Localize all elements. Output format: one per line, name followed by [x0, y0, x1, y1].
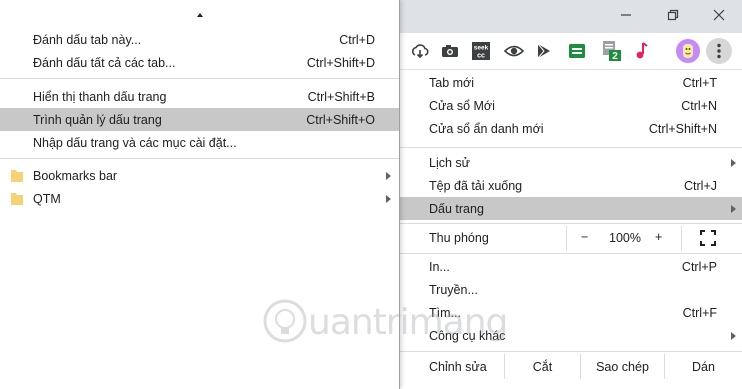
menu-item-shortcut: Ctrl+Shift+B [307, 89, 375, 104]
restore-icon [667, 9, 679, 21]
chevron-right-icon [731, 158, 736, 167]
seek-cc-icon[interactable]: seek cc [470, 40, 492, 62]
menu-item-label: Trình quản lý dấu trang [33, 112, 162, 127]
edit-row: Chỉnh sửa Cắt Sao chép Dán [400, 354, 742, 379]
menu-item-label: Tìm... [429, 305, 461, 320]
seek-label: seek [474, 45, 489, 52]
close-button[interactable] [696, 0, 742, 30]
menu-item-label: Nhập dấu trang và các mục cài đặt... [33, 135, 237, 150]
menu-item-shortcut: Ctrl+N [681, 98, 717, 113]
menu-item-shortcut: Ctrl+F [682, 305, 717, 320]
bookmark-all-tabs[interactable]: Đánh dấu tất cả các tab... Ctrl+Shift+D [0, 51, 399, 74]
show-bookmarks-bar[interactable]: Hiển thị thanh dấu trang Ctrl+Shift+B [0, 85, 399, 108]
browser-toolbar: seek cc 2 [400, 33, 742, 70]
avatar[interactable] [676, 39, 700, 63]
chevron-right-icon [386, 194, 391, 203]
edit-label: Chỉnh sửa [429, 360, 487, 374]
folder-icon [11, 193, 23, 205]
copy-button[interactable]: Sao chép [580, 354, 664, 379]
menu-item-shortcut: Ctrl+Shift+O [306, 112, 375, 127]
chevron-right-icon [386, 171, 391, 180]
play-icon[interactable] [533, 40, 555, 62]
zoom-level: 100% [609, 231, 641, 245]
music-note-icon[interactable] [630, 40, 652, 62]
minimize-icon [621, 14, 631, 16]
folder-label: Bookmarks bar [33, 168, 118, 183]
cut-label: Cắt [532, 359, 553, 374]
scroll-up-arrow-icon[interactable] [197, 13, 203, 17]
fullscreen-button[interactable] [700, 230, 718, 247]
menu-item-label: In... [429, 259, 450, 274]
fullscreen-icon [700, 230, 716, 246]
menu-divider [400, 223, 742, 224]
menu-item-label: Cửa sổ ẩn danh mới [429, 121, 544, 136]
menu-item-new-tab[interactable]: Tab mới Ctrl+T [400, 71, 742, 94]
sheet-icon[interactable] [566, 40, 588, 62]
menu-item-label: Truyền... [429, 282, 478, 297]
extension-badge: 2 [612, 51, 618, 62]
zoom-controls: − 100% + [566, 226, 682, 251]
menu-item-cast[interactable]: Truyền... [400, 278, 742, 301]
menu-divider [0, 78, 399, 79]
browser-window: seek cc 2 Tab mới Ctrl+T Cửa sổ Mới Ctrl… [0, 0, 742, 389]
zoom-row: Thu phóng − 100% + [400, 226, 742, 251]
menu-divider [0, 158, 399, 159]
menu-item-more-tools[interactable]: Công cụ khác [400, 324, 742, 347]
menu-item-label: Đánh dấu tab này... [33, 32, 142, 47]
cut-button[interactable]: Cắt [504, 354, 580, 379]
menu-item-label: Đánh dấu tất cả các tab... [33, 55, 176, 70]
bookmark-manager[interactable]: Trình quản lý dấu trang Ctrl+Shift+O [0, 108, 399, 131]
menu-item-shortcut: Ctrl+J [684, 178, 717, 193]
menu-item-shortcut: Ctrl+Shift+D [306, 55, 375, 70]
menu-item-downloads[interactable]: Tệp đã tải xuống Ctrl+J [400, 174, 742, 197]
menu-item-history[interactable]: Lịch sử [400, 151, 742, 174]
eye-icon[interactable] [503, 40, 525, 62]
menu-item-shortcut: Ctrl+Shift+N [648, 121, 717, 136]
bookmarks-submenu: Đánh dấu tab này... Ctrl+D Đánh dấu tất … [0, 0, 400, 389]
menu-divider [400, 351, 742, 352]
chevron-right-icon [731, 331, 736, 340]
menu-item-shortcut: Ctrl+D [339, 32, 375, 47]
bookmark-this-tab[interactable]: Đánh dấu tab này... Ctrl+D [0, 28, 399, 51]
folder-qtm[interactable]: QTM [0, 187, 399, 210]
menu-divider [400, 253, 742, 254]
doc-badge-icon[interactable]: 2 [600, 40, 622, 62]
paste-label: Dán [692, 359, 715, 374]
menu-item-find[interactable]: Tìm... Ctrl+F [400, 301, 742, 324]
menu-item-shortcut: Ctrl+T [682, 75, 717, 90]
folder-label: QTM [33, 191, 61, 206]
menu-item-label: Hiển thị thanh dấu trang [33, 89, 167, 104]
cc-label: cc [477, 53, 485, 60]
copy-label: Sao chép [596, 359, 649, 374]
menu-item-shortcut: Ctrl+P [681, 259, 717, 274]
menu-item-incognito[interactable]: Cửa sổ ẩn danh mới Ctrl+Shift+N [400, 117, 742, 140]
restore-button[interactable] [650, 0, 696, 30]
chevron-right-icon [731, 204, 736, 213]
menu-item-label: Tab mới [429, 75, 475, 90]
camera-icon[interactable] [439, 40, 461, 62]
zoom-in-button[interactable]: + [655, 230, 662, 244]
paste-button[interactable]: Dán [664, 354, 742, 379]
chrome-main-menu: Tab mới Ctrl+T Cửa sổ Mới Ctrl+N Cửa sổ … [400, 70, 742, 389]
more-vert-icon [717, 43, 721, 59]
import-bookmarks[interactable]: Nhập dấu trang và các mục cài đặt... [0, 131, 399, 154]
minimize-button[interactable] [603, 0, 649, 30]
menu-item-print[interactable]: In... Ctrl+P [400, 255, 742, 278]
zoom-label: Thu phóng [429, 231, 489, 245]
title-bar [400, 0, 742, 33]
menu-item-label: Lịch sử [429, 155, 471, 170]
zoom-out-button[interactable]: − [581, 230, 588, 244]
menu-divider [400, 147, 742, 148]
folder-bookmarks-bar[interactable]: Bookmarks bar [0, 164, 399, 187]
menu-item-label: Tệp đã tải xuống [429, 178, 523, 193]
menu-item-new-window[interactable]: Cửa sổ Mới Ctrl+N [400, 94, 742, 117]
close-icon [713, 9, 725, 21]
menu-button[interactable] [706, 38, 732, 64]
menu-item-label: Công cụ khác [429, 328, 506, 343]
menu-item-label: Dấu trang [429, 201, 484, 216]
menu-item-bookmarks[interactable]: Dấu trang [400, 197, 742, 220]
folder-icon [11, 170, 23, 182]
menu-item-label: Cửa sổ Mới [429, 98, 495, 113]
cloud-download-icon[interactable] [409, 40, 431, 62]
